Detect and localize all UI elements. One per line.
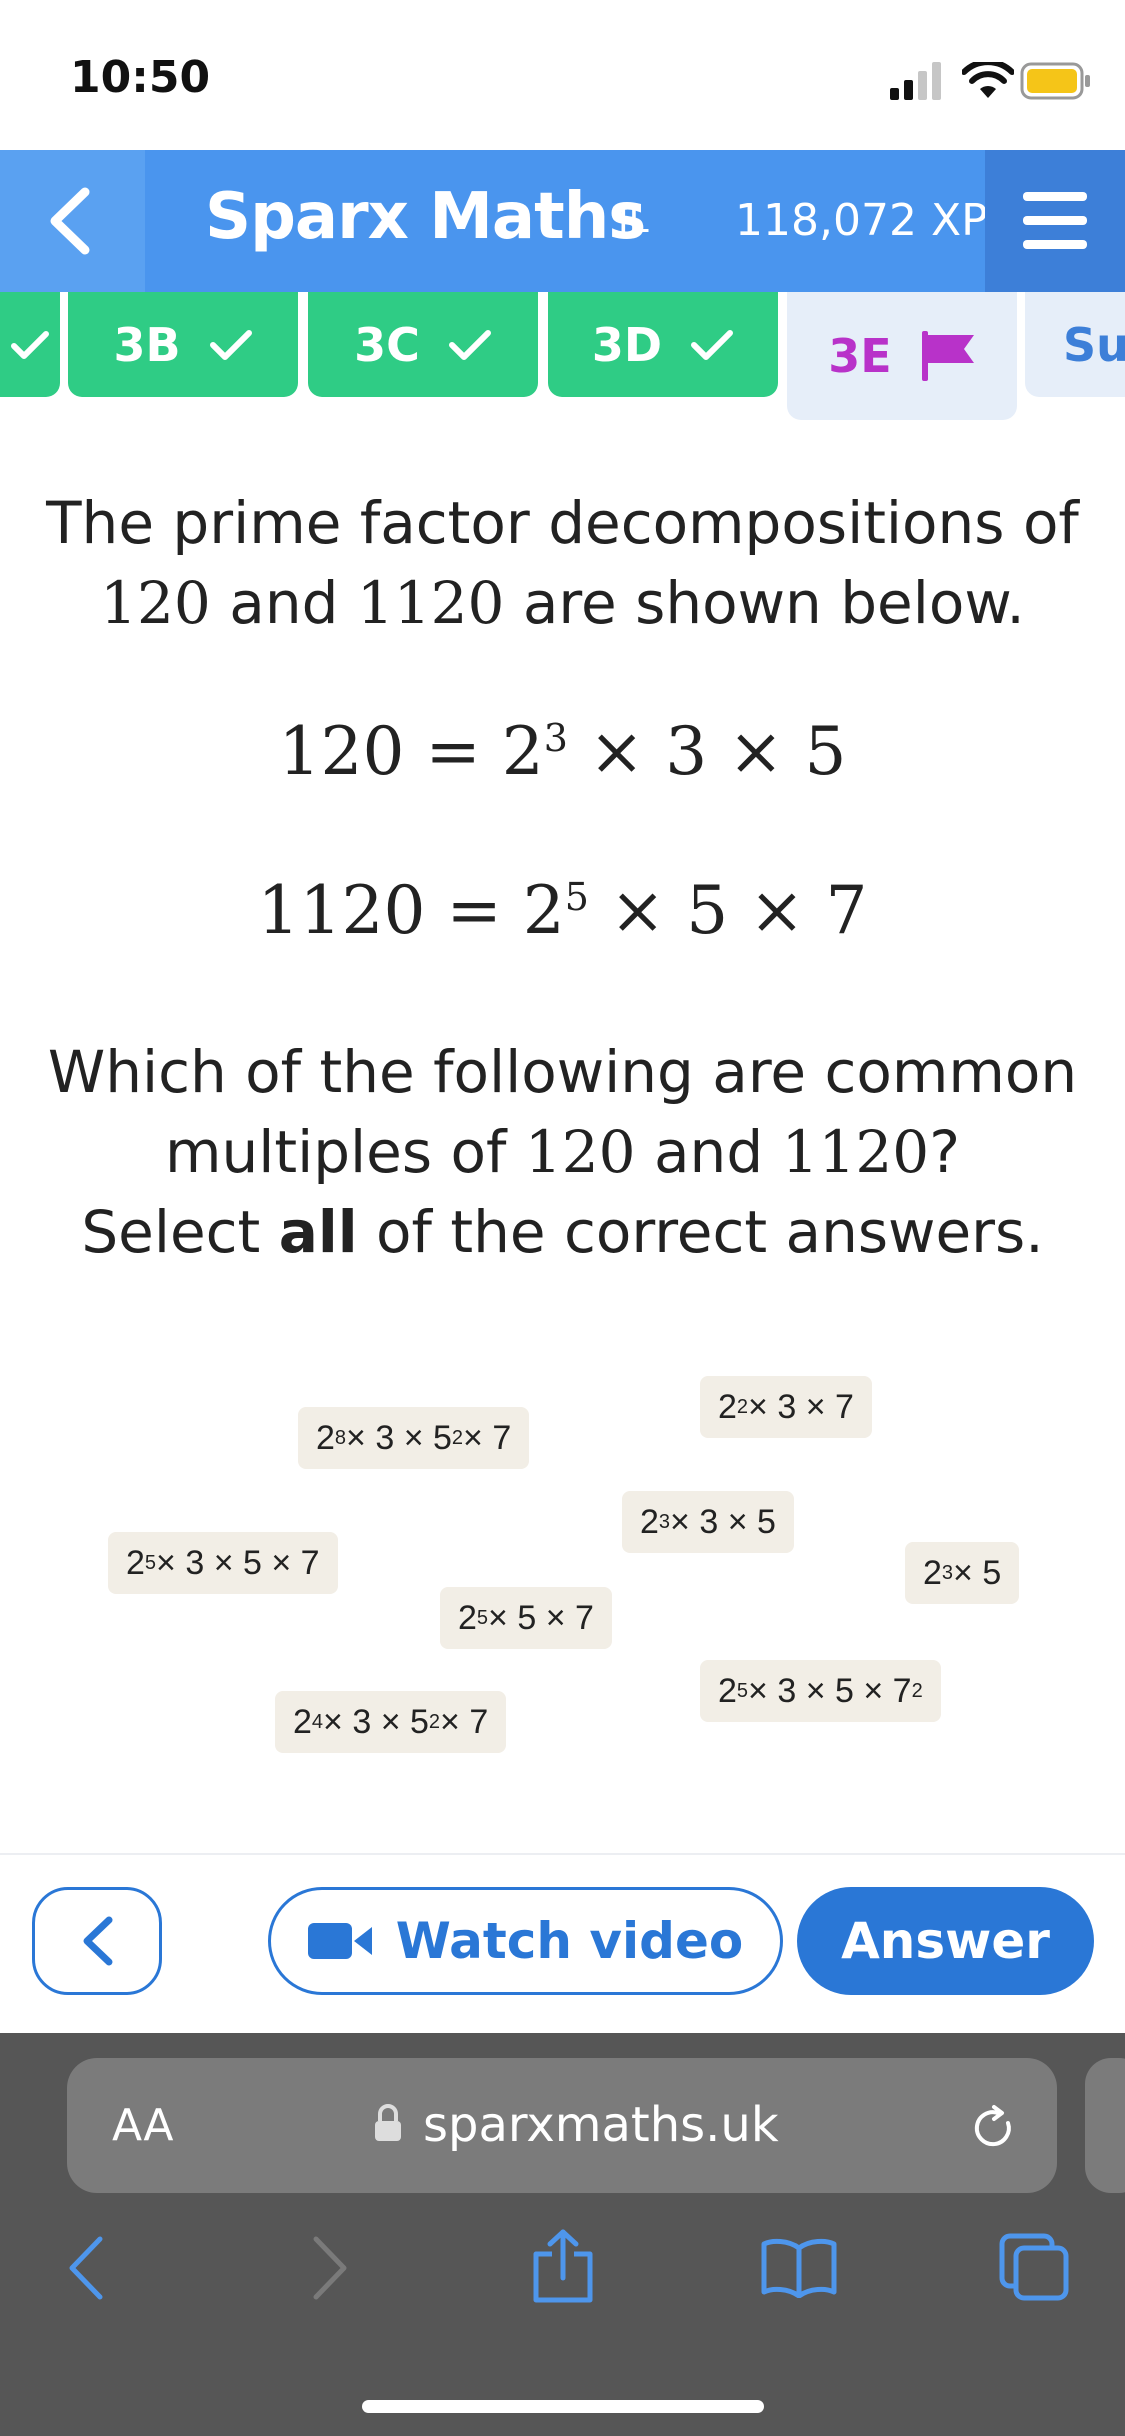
tab-label: Su — [1063, 317, 1125, 372]
check-icon — [11, 330, 49, 359]
status-time: 10:50 — [70, 52, 211, 103]
tab-label: 3D — [591, 317, 663, 372]
chevron-left-icon — [83, 1916, 113, 1966]
video-camera-icon — [307, 1923, 372, 1959]
tab-3c[interactable]: 3C — [308, 292, 538, 397]
question-prompt-line2: multiples of 120 and 1120? — [165, 1118, 960, 1186]
home-indicator — [362, 2400, 764, 2413]
option-chip[interactable]: 28 × 3 × 52 × 7 — [298, 1407, 530, 1469]
question-intro-line2: 120 and 1120 are shown below. — [100, 569, 1025, 637]
lock-icon — [375, 2104, 401, 2141]
question-intro: The prime factor decompositions of 120 a… — [0, 483, 1125, 643]
tab-summary[interactable]: Su — [1025, 292, 1125, 397]
question-select-instruction: Select all of the correct answers. — [81, 1198, 1044, 1266]
previous-question-button[interactable] — [32, 1887, 162, 1995]
option-chip[interactable]: 23 × 3 × 5 — [622, 1491, 794, 1553]
share-icon[interactable] — [530, 2228, 596, 2304]
browser-back-icon[interactable] — [66, 2235, 106, 2301]
question-intro-line1: The prime factor decompositions of — [46, 489, 1079, 557]
tab-3e[interactable]: 3E — [787, 292, 1017, 420]
flag-icon — [921, 331, 974, 381]
tabs-icon[interactable] — [998, 2232, 1070, 2302]
check-icon — [448, 329, 491, 360]
chevron-left-icon — [50, 187, 90, 255]
brand-title: Sparx Maths — [205, 180, 646, 254]
tab-previous[interactable] — [0, 292, 60, 397]
tab-label: 3E — [828, 329, 892, 383]
watch-video-button[interactable]: Watch video — [268, 1887, 783, 1995]
option-chip[interactable]: 24 × 3 × 52 × 7 — [275, 1691, 507, 1753]
wifi-icon — [962, 62, 1014, 98]
option-chip[interactable]: 22 × 3 × 7 — [700, 1376, 872, 1438]
xp-counter: 118,072 XP — [735, 195, 988, 246]
answer-button[interactable]: Answer — [797, 1887, 1094, 1995]
bookmarks-icon[interactable] — [760, 2238, 838, 2298]
cellular-signal-icon — [890, 62, 941, 100]
tab-label: 3B — [113, 317, 181, 372]
question-prompt: Which of the following are common multip… — [0, 1032, 1125, 1272]
watch-video-label: Watch video — [395, 1912, 744, 1970]
option-chip[interactable]: 23 × 5 — [905, 1542, 1020, 1604]
check-icon — [209, 329, 252, 360]
question-prompt-line1: Which of the following are common — [47, 1038, 1078, 1106]
reader-settings-button[interactable]: AA — [112, 2100, 173, 2151]
equation-1120: 1120 = 25 × 5 × 7 — [257, 872, 868, 949]
option-chip[interactable]: 25 × 3 × 5 × 72 — [700, 1660, 941, 1722]
reload-icon[interactable] — [968, 2103, 1018, 2153]
menu-button[interactable] — [985, 150, 1125, 292]
browser-forward-icon[interactable] — [310, 2235, 350, 2301]
check-icon — [691, 329, 734, 360]
option-chip[interactable]: 25 × 5 × 7 — [440, 1587, 612, 1649]
tab-3d[interactable]: 3D — [548, 292, 778, 397]
level-badge: IL — [618, 200, 649, 241]
tab-label: 3C — [354, 317, 420, 372]
url-text[interactable]: sparxmaths.uk — [423, 2097, 779, 2153]
header-back-button[interactable] — [0, 150, 145, 292]
equation-120: 120 = 23 × 3 × 5 — [278, 713, 847, 790]
hamburger-menu-icon — [1023, 192, 1087, 249]
option-chip[interactable]: 25 × 3 × 5 × 7 — [108, 1532, 338, 1594]
tab-3b[interactable]: 3B — [68, 292, 298, 397]
next-tab-peek[interactable] — [1085, 2058, 1125, 2193]
action-bar-divider — [0, 1853, 1125, 1855]
battery-icon — [1020, 62, 1090, 100]
